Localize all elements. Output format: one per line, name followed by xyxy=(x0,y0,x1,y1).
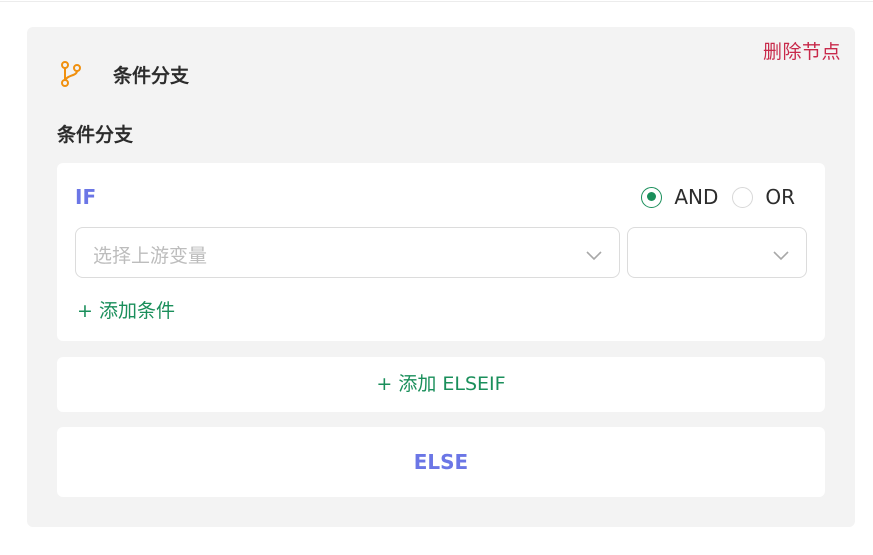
node-title: 条件分支 xyxy=(113,64,190,87)
node-header: 条件分支 xyxy=(59,60,189,88)
delete-node-button[interactable]: 删除节点 xyxy=(763,37,841,64)
radio-or-indicator[interactable] xyxy=(732,186,754,208)
chevron-down-icon xyxy=(585,246,603,261)
if-label: IF xyxy=(75,185,97,209)
logic-radio-group: AND OR xyxy=(627,185,795,209)
radio-or-label[interactable]: OR xyxy=(765,185,795,209)
else-label: ELSE xyxy=(413,450,469,474)
add-elseif-label[interactable]: + 添加 ELSEIF xyxy=(376,373,505,395)
add-elseif-button[interactable]: + 添加 ELSEIF xyxy=(57,357,825,412)
top-divider xyxy=(0,0,873,2)
git-branch-icon xyxy=(59,60,83,88)
upstream-variable-select[interactable]: 选择上游变量 xyxy=(75,227,620,278)
radio-and-label[interactable]: AND xyxy=(674,185,718,209)
section-title: 条件分支 xyxy=(57,124,134,146)
radio-and[interactable]: AND xyxy=(641,185,718,209)
chevron-down-icon xyxy=(772,246,790,261)
operator-select[interactable] xyxy=(627,227,807,278)
condition-node-panel: 删除节点 条件分支 条件分支 IF AND OR 选择上游变量 + 添加条件 +… xyxy=(27,27,855,527)
if-block-card: IF AND OR 选择上游变量 + 添加条件 xyxy=(57,163,825,341)
else-block-card: ELSE xyxy=(57,427,825,497)
add-condition-button[interactable]: + 添加条件 xyxy=(77,296,175,323)
radio-and-indicator[interactable] xyxy=(641,186,663,208)
radio-or[interactable]: OR xyxy=(732,185,795,209)
upstream-variable-placeholder: 选择上游变量 xyxy=(93,245,208,267)
